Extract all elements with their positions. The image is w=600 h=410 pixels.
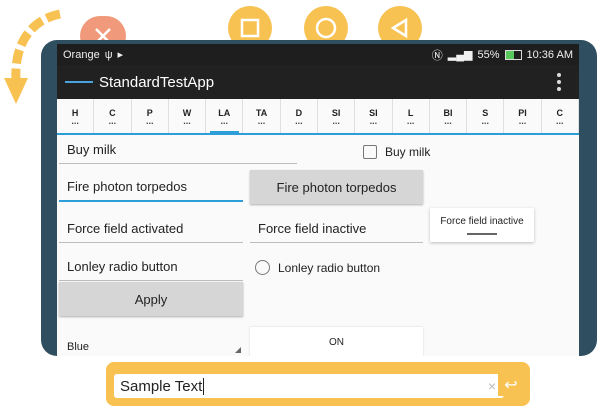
device-frame: Orange ψ ▸ Ⓝ ▂▄▆ 55% 10:36 AM StandardTe… [41,40,597,356]
tab-dots: ... [183,115,191,126]
tab[interactable]: H... [57,99,95,133]
tab[interactable]: L... [393,99,430,133]
radio-button[interactable] [255,260,270,275]
tab[interactable]: SI... [318,99,356,133]
tab-dots: ... [108,115,117,126]
clock: 10:36 AM [526,48,573,61]
on-switch[interactable]: ON [250,327,423,356]
clear-icon[interactable]: × [488,378,496,394]
toggle-label: Force field inactive [440,215,524,227]
force-inactive-field[interactable]: Force field inactive [250,218,423,243]
fire-field[interactable]: Fire photon torpedos [59,176,243,202]
toggle-indicator [467,232,497,235]
enter-arrow-icon: ↩ [504,377,518,394]
tab-dots: ... [332,115,340,126]
tab-strip: H... C... P... W... LA... TA... D... SI.… [57,99,579,135]
nfc-icon: Ⓝ [431,49,443,62]
checkbox[interactable] [363,145,377,159]
status-bar: Orange ψ ▸ Ⓝ ▂▄▆ 55% 10:36 AM [57,44,579,65]
tab-dots: ... [220,115,229,126]
text-caret [203,377,205,395]
usb-icon: ψ [104,48,113,61]
fire-button[interactable]: Fire photon torpedos [250,170,423,204]
tab[interactable]: P... [132,99,169,133]
tab-dots: ... [257,115,266,126]
tab[interactable]: C... [94,99,132,133]
radio-field[interactable]: Lonley radio button [59,256,243,281]
overflow-menu-icon[interactable] [557,73,571,91]
color-spinner-value[interactable]: Blue [67,341,89,353]
tab-dots: ... [71,115,79,126]
battery-percent: 55% [477,48,500,61]
battery-icon [504,49,522,60]
tab-dots: ... [369,115,378,126]
tab-dots: ... [295,115,303,126]
app-logo-icon [65,81,93,83]
buy-milk-field[interactable]: Buy milk [59,139,297,164]
tab[interactable]: S... [467,99,505,133]
tab[interactable]: BI... [430,99,468,133]
form-content: Buy milk Buy milk Fire photon torpedos F… [57,135,579,356]
apply-button[interactable]: Apply [59,282,243,316]
tab[interactable]: C... [542,99,579,133]
spinner-dropdown-icon[interactable] [235,347,241,353]
tab[interactable]: TA... [243,99,281,133]
circle-icon [315,17,337,39]
text-input-bar: Sample Text × ↩ [106,362,530,406]
app-title: StandardTestApp [99,73,215,91]
tab-dots: ... [518,115,527,126]
checkbox-label: Buy milk [385,145,431,159]
signal-icon: ▂▄▆ [447,49,473,61]
buy-milk-checkbox-row[interactable]: Buy milk [363,145,430,159]
tab[interactable]: PI... [504,99,542,133]
play-icon: ▸ [117,49,124,61]
square-icon [240,18,260,38]
radio-row[interactable]: Lonley radio button [255,260,380,275]
tab-dots: ... [481,115,489,126]
radio-label: Lonley radio button [278,260,381,275]
device-screen: Orange ψ ▸ Ⓝ ▂▄▆ 55% 10:36 AM StandardTe… [57,44,579,356]
tab-dots: ... [556,115,564,126]
force-inactive-toggle[interactable]: Force field inactive [430,208,534,242]
force-active-field[interactable]: Force field activated [59,218,243,243]
carrier-label: Orange [63,48,100,61]
tab[interactable]: SI... [355,99,393,133]
app-bar: StandardTestApp [57,65,579,99]
enter-button[interactable]: ↩ [498,374,524,396]
back-triangle-icon [390,17,408,39]
sample-text-input[interactable]: Sample Text × [114,374,504,398]
tab[interactable]: D... [281,99,318,133]
tab-dots: ... [145,115,154,126]
tab-dots: ... [406,115,415,126]
tab-active[interactable]: LA... [206,99,244,135]
input-value: Sample Text [120,377,203,395]
tab-dots: ... [444,115,452,126]
tab[interactable]: W... [169,99,207,133]
